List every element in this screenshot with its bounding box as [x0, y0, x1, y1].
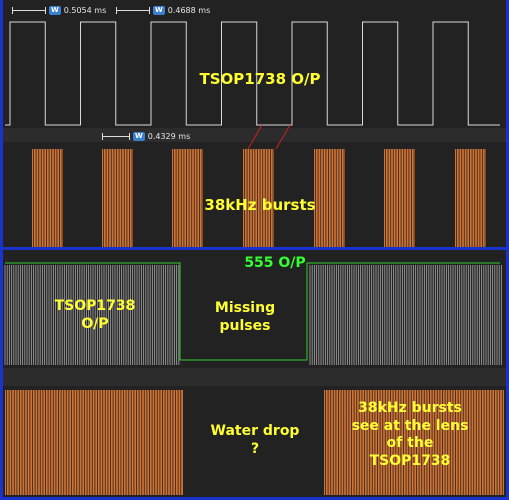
tsop-dense-trace-right — [309, 265, 502, 365]
bursts-label: 38kHz bursts — [204, 196, 316, 214]
burst-block — [102, 149, 133, 247]
measure-span-marker — [116, 7, 150, 14]
bottom-capture-panel: 555 O/P TSOP1738 O/P Missing pulses Wate… — [0, 250, 509, 500]
bursts-lens-label: 38kHz bursts see at the lens of the TSOP… — [340, 400, 480, 470]
burst-block — [455, 149, 486, 247]
width-badge-icon: W — [153, 6, 165, 15]
tsop-label-line2: O/P — [81, 315, 109, 332]
panel-divider — [0, 247, 509, 250]
burst-block — [5, 390, 183, 495]
missing-label-line1: Missing — [214, 300, 276, 316]
top-capture-panel: W 0.5054 ms W 0.4688 ms W 0.4329 ms TSOP173… — [0, 0, 509, 250]
channel-separator — [0, 128, 509, 142]
width-badge-icon: W — [49, 6, 61, 15]
tsop-label-line1: TSOP1738 — [54, 298, 136, 314]
burst-block — [384, 149, 415, 247]
width-badge-icon: W — [133, 132, 145, 141]
tsop-output-label-bottom: TSOP1738 O/P — [45, 298, 145, 333]
frame-border — [0, 250, 3, 500]
water-label-line2: ? — [250, 440, 260, 457]
555-output-label: 555 O/P — [244, 255, 306, 271]
channel-separator — [0, 368, 509, 386]
measurement-value: 0.4688 ms — [167, 6, 211, 15]
water-label-line1: Water drop — [210, 423, 300, 439]
measurement-value: 0.4329 ms — [147, 132, 191, 141]
bursts-lens-line2: see at the lens — [351, 417, 469, 434]
measurement-1[interactable]: W 0.5054 ms — [12, 6, 106, 15]
burst-block — [32, 149, 63, 247]
measurement-3[interactable]: W 0.4329 ms — [102, 132, 190, 141]
measure-span-marker — [102, 133, 130, 140]
bursts-lens-line3: of the — [386, 435, 434, 451]
measurement-2[interactable]: W 0.4688 ms — [116, 6, 210, 15]
bursts-lens-line4: TSOP1738 — [369, 452, 451, 469]
water-drop-label: Water drop ? — [195, 423, 315, 458]
measurement-value: 0.5054 ms — [63, 6, 107, 15]
missing-pulses-label: Missing pulses — [195, 300, 295, 335]
missing-label-line2: pulses — [219, 317, 271, 334]
bursts-lens-line1: 38kHz bursts — [358, 400, 462, 416]
burst-group-bottom-left — [5, 390, 183, 495]
frame-border — [0, 0, 3, 250]
tsop-output-label: TSOP1738 O/P — [199, 70, 321, 88]
measure-span-marker — [12, 7, 46, 14]
